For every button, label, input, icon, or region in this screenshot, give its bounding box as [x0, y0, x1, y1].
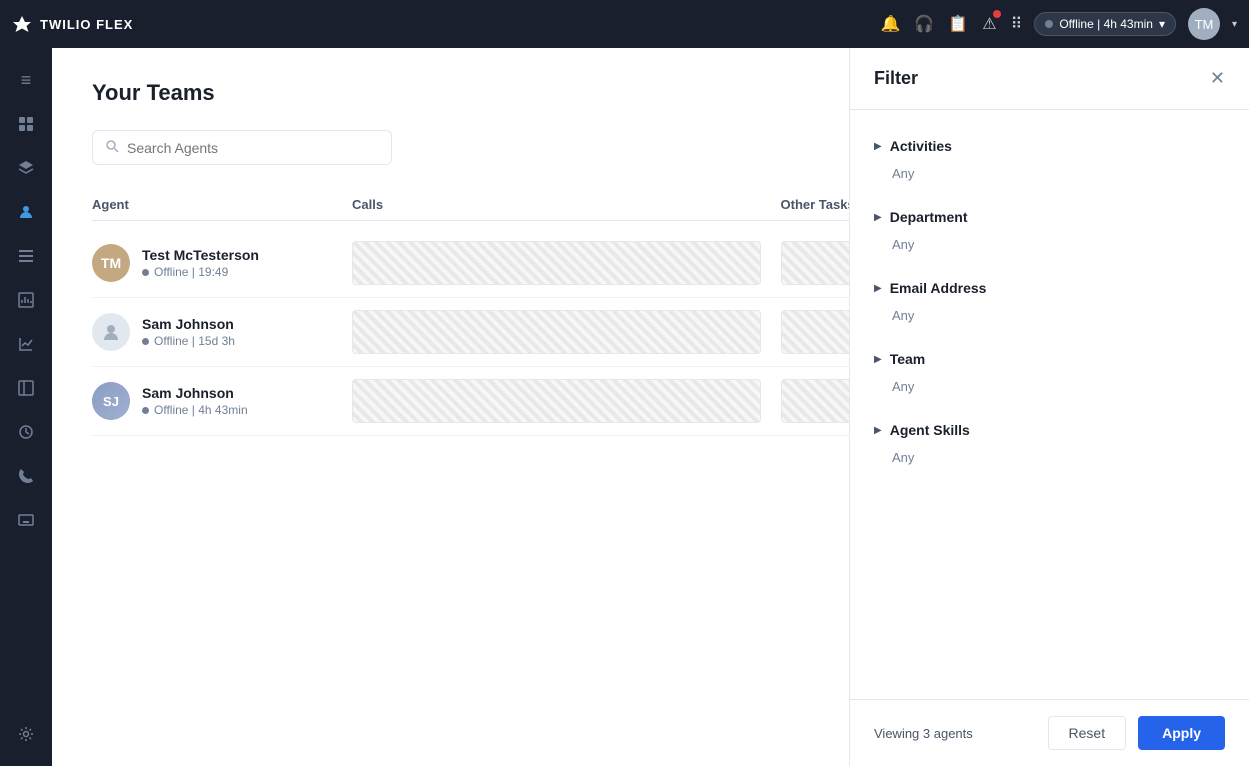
status-label: Offline | 4h 43min	[1059, 17, 1153, 31]
sidebar: ≡	[0, 48, 52, 766]
filter-title: Filter	[874, 68, 918, 89]
filter-section-team: ▶ Team Any	[874, 339, 1225, 402]
agent-name: Sam Johnson	[142, 316, 235, 332]
sidebar-item-report[interactable]	[6, 280, 46, 320]
chevron-right-icon: ▶	[874, 283, 882, 294]
sidebar-item-grid[interactable]	[6, 104, 46, 144]
filter-label-skills: Agent Skills	[890, 422, 970, 438]
sidebar-item-users[interactable]	[6, 192, 46, 232]
sidebar-item-analytics[interactable]	[6, 324, 46, 364]
agent-name: Test McTesterson	[142, 247, 259, 263]
topbar: TWILIO FLEX 🔔 🎧 📋 ⚠ ⠿ Offline | 4h 43min…	[0, 0, 1249, 48]
status-dot	[1045, 20, 1053, 28]
status-text: Offline | 19:49	[154, 265, 228, 279]
avatar-initials: TM	[1195, 17, 1214, 32]
topbar-icons: 🔔 🎧 📋 ⚠ ⠿	[880, 14, 1022, 34]
filter-body: ▶ Activities Any ▶ Department Any ▶ Emai…	[850, 110, 1249, 699]
footer-buttons: Reset Apply	[1048, 716, 1225, 750]
status-pill[interactable]: Offline | 4h 43min ▾	[1034, 12, 1176, 36]
calls-cell	[352, 310, 761, 354]
filter-section-department-header[interactable]: ▶ Department	[874, 197, 1225, 237]
sidebar-item-keyboard[interactable]	[6, 500, 46, 540]
filter-section-email: ▶ Email Address Any	[874, 268, 1225, 331]
filter-label-team: Team	[890, 351, 926, 367]
agent-details: Test McTesterson Offline | 19:49	[142, 247, 259, 279]
filter-value-activities: Any	[874, 166, 1225, 189]
search-icon	[105, 139, 119, 156]
chevron-right-icon: ▶	[874, 425, 882, 436]
filter-label-department: Department	[890, 209, 968, 225]
sidebar-item-settings[interactable]	[6, 714, 46, 754]
filter-close-button[interactable]: ✕	[1210, 68, 1225, 89]
agent-status: Offline | 15d 3h	[142, 334, 235, 348]
sidebar-item-menu[interactable]: ≡	[6, 60, 46, 100]
filter-label-email: Email Address	[890, 280, 987, 296]
agent-status: Offline | 19:49	[142, 265, 259, 279]
agent-details: Sam Johnson Offline | 4h 43min	[142, 385, 248, 417]
chevron-right-icon: ▶	[874, 354, 882, 365]
status-text: Offline | 4h 43min	[154, 403, 248, 417]
agent-name: Sam Johnson	[142, 385, 248, 401]
status-chevron: ▾	[1159, 17, 1165, 31]
apps-icon[interactable]: ⠿	[1011, 14, 1023, 34]
alert-icon[interactable]: ⚠	[982, 14, 996, 34]
chevron-right-icon: ▶	[874, 141, 882, 152]
avatar-chevron[interactable]: ▾	[1232, 19, 1237, 30]
filter-section-team-header[interactable]: ▶ Team	[874, 339, 1225, 379]
viewing-count: Viewing 3 agents	[874, 726, 973, 741]
brand-name: TWILIO FLEX	[40, 17, 133, 32]
filter-value-department: Any	[874, 237, 1225, 260]
filter-section-email-header[interactable]: ▶ Email Address	[874, 268, 1225, 308]
sidebar-item-clock[interactable]	[6, 412, 46, 452]
agent-info: Sam Johnson Offline | 15d 3h	[92, 313, 352, 351]
avatar: SJ	[92, 382, 130, 420]
filter-section-department: ▶ Department Any	[874, 197, 1225, 260]
calls-cell	[352, 241, 761, 285]
chevron-right-icon: ▶	[874, 212, 882, 223]
agent-status: Offline | 4h 43min	[142, 403, 248, 417]
filter-section-activities-header[interactable]: ▶ Activities	[874, 126, 1225, 166]
brand-logo: TWILIO FLEX	[12, 14, 133, 34]
alert-badge	[993, 10, 1001, 18]
status-dot	[142, 407, 149, 414]
user-avatar[interactable]: TM	[1188, 8, 1220, 40]
filter-section-skills-header[interactable]: ▶ Agent Skills	[874, 410, 1225, 450]
agent-info: TM Test McTesterson Offline | 19:49	[92, 244, 352, 282]
apply-button[interactable]: Apply	[1138, 716, 1225, 750]
reset-button[interactable]: Reset	[1048, 716, 1127, 750]
sidebar-item-list[interactable]	[6, 236, 46, 276]
search-input[interactable]	[127, 140, 379, 156]
status-dot	[142, 269, 149, 276]
status-dot	[142, 338, 149, 345]
sidebar-item-panel[interactable]	[6, 368, 46, 408]
filter-footer: Viewing 3 agents Reset Apply	[850, 699, 1249, 766]
filter-section-skills: ▶ Agent Skills Any	[874, 410, 1225, 473]
filter-label-activities: Activities	[890, 138, 952, 154]
brand-icon	[12, 14, 32, 34]
filter-panel: Filter ✕ ▶ Activities Any ▶ Department A…	[849, 48, 1249, 766]
filter-value-team: Any	[874, 379, 1225, 402]
calls-cell	[352, 379, 761, 423]
notifications-icon[interactable]: 🔔	[880, 14, 900, 34]
filter-value-email: Any	[874, 308, 1225, 331]
sidebar-item-layers[interactable]	[6, 148, 46, 188]
status-text: Offline | 15d 3h	[154, 334, 235, 348]
agent-details: Sam Johnson Offline | 15d 3h	[142, 316, 235, 348]
filter-section-activities: ▶ Activities Any	[874, 126, 1225, 189]
avatar	[92, 313, 130, 351]
headset-icon[interactable]: 🎧	[914, 14, 934, 34]
avatar: TM	[92, 244, 130, 282]
search-box[interactable]	[92, 130, 392, 165]
filter-value-skills: Any	[874, 450, 1225, 473]
col-agent: Agent	[92, 197, 352, 212]
clipboard-icon[interactable]: 📋	[948, 14, 968, 34]
agent-info: SJ Sam Johnson Offline | 4h 43min	[92, 382, 352, 420]
filter-header: Filter ✕	[850, 48, 1249, 110]
sidebar-item-phone[interactable]	[6, 456, 46, 496]
col-calls: Calls	[352, 197, 781, 212]
